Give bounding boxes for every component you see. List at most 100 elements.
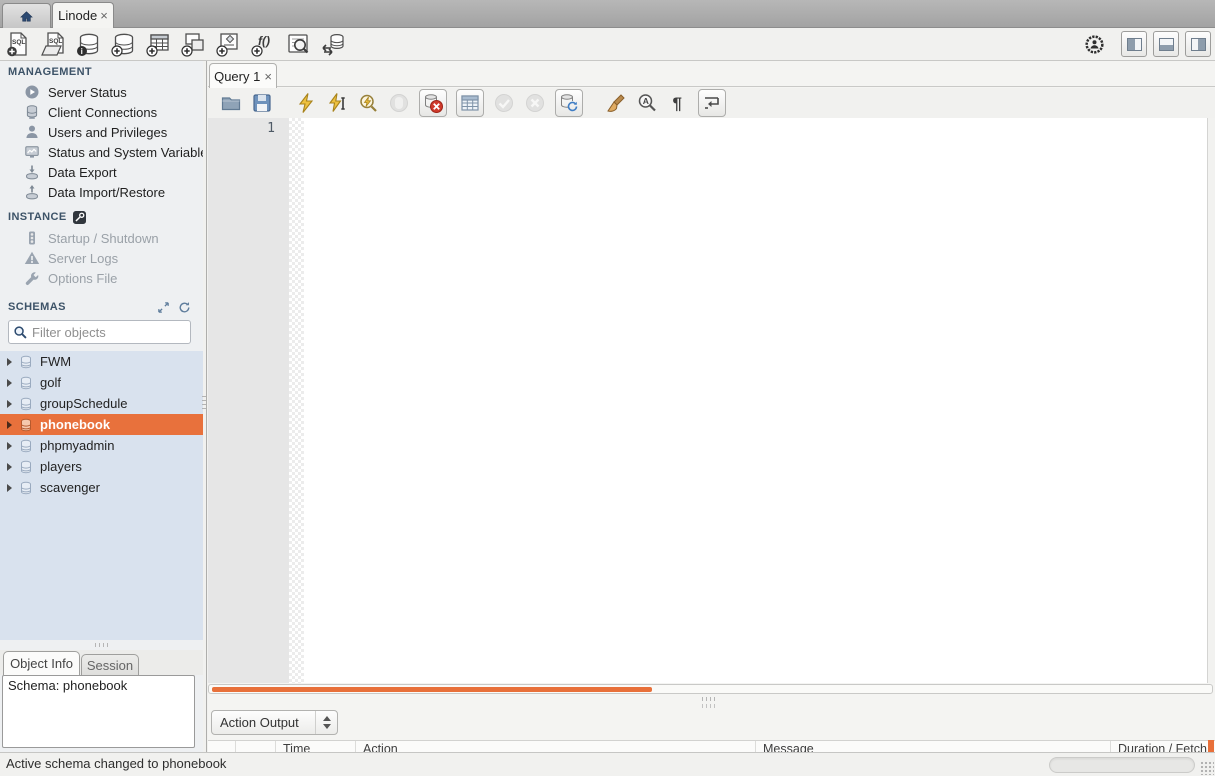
expander-icon[interactable] xyxy=(7,421,12,429)
beautify-icon[interactable] xyxy=(605,92,627,114)
create-table-icon[interactable] xyxy=(145,31,171,57)
user-gear-icon[interactable] xyxy=(1084,34,1105,55)
selector-spinner[interactable] xyxy=(315,711,337,734)
sidebar-item-data-export[interactable]: Data Export xyxy=(0,162,203,182)
chevron-down-icon xyxy=(323,724,331,729)
window-resize-grip[interactable] xyxy=(1200,761,1214,775)
output-splitter-handle-2[interactable] xyxy=(702,704,716,708)
reconnect-database-icon[interactable] xyxy=(320,31,346,57)
schema-item-players[interactable]: players xyxy=(0,456,203,477)
svg-text:f(): f() xyxy=(258,34,270,48)
tab-session[interactable]: Session xyxy=(81,654,139,675)
toggle-autocommit-button[interactable] xyxy=(555,89,583,117)
close-icon[interactable]: × xyxy=(264,70,272,83)
toggle-right-panel-button[interactable] xyxy=(1185,31,1211,57)
schema-item-scavenger[interactable]: scavenger xyxy=(0,477,203,498)
sidebar-item-data-import[interactable]: Data Import/Restore xyxy=(0,182,203,202)
rollback-icon[interactable] xyxy=(524,92,546,114)
new-sql-tab-icon[interactable]: SQL xyxy=(5,31,31,57)
sidebar-item-label: Data Export xyxy=(48,165,117,180)
query-tab[interactable]: Query 1 × xyxy=(209,63,277,88)
output-view-selector[interactable]: Action Output xyxy=(211,710,338,735)
autocommit-icon xyxy=(558,92,580,114)
sidebar-vertical-splitter[interactable] xyxy=(202,395,206,409)
execute-icon[interactable] xyxy=(295,92,317,114)
sidebar-item-startup-shutdown[interactable]: Startup / Shutdown xyxy=(0,228,203,248)
word-wrap-icon xyxy=(701,92,723,114)
schema-name: players xyxy=(40,459,82,474)
sidebar-item-label: Status and System Variables xyxy=(48,145,203,160)
instance-config-icon[interactable] xyxy=(73,211,86,224)
create-function-icon[interactable]: f() xyxy=(250,31,276,57)
find-icon[interactable]: A xyxy=(636,92,658,114)
close-icon[interactable]: × xyxy=(100,9,108,22)
schema-filter[interactable] xyxy=(8,320,191,344)
sidebar-item-server-status[interactable]: Server Status xyxy=(0,82,203,102)
toggle-word-wrap-button[interactable] xyxy=(698,89,726,117)
show-invisibles-icon[interactable]: ¶ xyxy=(667,92,689,114)
client-connections-icon xyxy=(24,104,40,120)
schema-item-phpmyadmin[interactable]: phpmyadmin xyxy=(0,435,203,456)
schema-item-fwm[interactable]: FWM xyxy=(0,351,203,372)
sidebar-item-client-connections[interactable]: Client Connections xyxy=(0,102,203,122)
output-splitter-handle[interactable] xyxy=(702,697,716,701)
expander-icon[interactable] xyxy=(7,400,12,408)
scrollbar-thumb[interactable] xyxy=(212,687,652,692)
sidebar-item-label: Users and Privileges xyxy=(48,125,167,140)
expand-schemas-icon[interactable] xyxy=(157,301,170,314)
open-sql-script-icon[interactable]: SQL xyxy=(40,31,66,57)
schema-item-phonebook-selected[interactable]: phonebook xyxy=(0,414,203,435)
sql-text-area[interactable] xyxy=(304,118,1207,683)
sidebar-item-server-logs[interactable]: Server Logs xyxy=(0,248,203,268)
editor-vertical-scrollbar[interactable] xyxy=(1207,118,1215,683)
sidebar-item-label: Data Import/Restore xyxy=(48,185,165,200)
schema-item-groupschedule[interactable]: groupSchedule xyxy=(0,393,203,414)
output-view-selector-label: Action Output xyxy=(220,715,299,730)
svg-text:i: i xyxy=(81,47,83,56)
inspect-database-icon[interactable]: i xyxy=(75,31,101,57)
status-bar: Active schema changed to phonebook xyxy=(0,752,1215,776)
open-file-icon[interactable] xyxy=(220,92,242,114)
schemas-title: SCHEMAS xyxy=(8,301,66,313)
expander-icon[interactable] xyxy=(7,442,12,450)
create-view-icon[interactable] xyxy=(180,31,206,57)
instance-section-header: INSTANCE xyxy=(0,208,203,226)
editor-horizontal-scrollbar[interactable] xyxy=(208,684,1213,694)
save-icon[interactable] xyxy=(251,92,273,114)
search-table-data-icon[interactable] xyxy=(285,31,311,57)
expander-icon[interactable] xyxy=(7,379,12,387)
execute-current-icon[interactable] xyxy=(326,92,348,114)
home-tab[interactable] xyxy=(2,3,51,28)
tab-object-info[interactable]: Object Info xyxy=(3,651,80,675)
sidebar-splitter-handle[interactable] xyxy=(95,643,109,647)
filter-objects-input[interactable] xyxy=(32,325,208,340)
toggle-left-panel-button[interactable] xyxy=(1121,31,1147,57)
stop-icon[interactable] xyxy=(388,92,410,114)
sidebar: MANAGEMENT Server Status Client Connecti… xyxy=(0,61,203,752)
commit-icon[interactable] xyxy=(493,92,515,114)
management-title: MANAGEMENT xyxy=(8,66,92,78)
svg-text:¶: ¶ xyxy=(673,94,682,113)
management-section-header: MANAGEMENT xyxy=(0,63,203,81)
object-info-text: Schema: phonebook xyxy=(8,678,127,693)
schema-item-golf[interactable]: golf xyxy=(0,372,203,393)
explain-icon[interactable] xyxy=(357,92,379,114)
expander-icon[interactable] xyxy=(7,358,12,366)
sidebar-item-users-privileges[interactable]: Users and Privileges xyxy=(0,122,203,142)
connection-tab[interactable]: Linode × xyxy=(52,2,114,28)
refresh-schemas-icon[interactable] xyxy=(178,301,191,314)
fold-margin xyxy=(289,118,304,683)
sidebar-item-status-system-variables[interactable]: Status and System Variables xyxy=(0,142,203,162)
create-schema-icon[interactable] xyxy=(110,31,136,57)
line-number-gutter: 1 xyxy=(208,118,289,683)
expander-icon[interactable] xyxy=(7,484,12,492)
info-tab-bar: Session Object Info xyxy=(0,650,203,675)
toggle-stop-on-error-button[interactable] xyxy=(419,89,447,117)
sql-editor[interactable]: 1 xyxy=(208,118,1215,683)
sidebar-item-options-file[interactable]: Options File xyxy=(0,268,203,288)
expander-icon[interactable] xyxy=(7,463,12,471)
toggle-limit-rows-button[interactable] xyxy=(456,89,484,117)
create-procedure-icon[interactable] xyxy=(215,31,241,57)
schema-icon xyxy=(19,397,33,411)
toggle-bottom-panel-button[interactable] xyxy=(1153,31,1179,57)
